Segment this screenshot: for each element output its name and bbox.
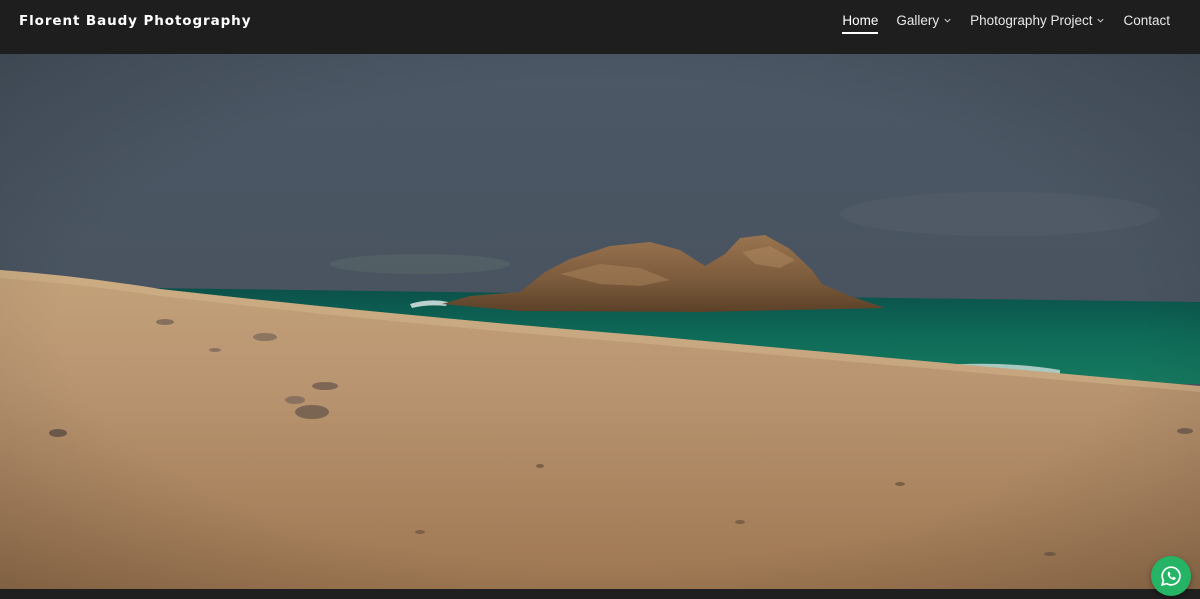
main-nav: Home Gallery Photography Project Contact [842,13,1170,34]
nav-item-home[interactable]: Home [842,13,879,34]
beach-photo [0,54,1200,589]
whatsapp-icon [1160,566,1181,587]
nav-item-label: Contact [1123,13,1170,28]
chevron-down-icon [1097,18,1105,23]
nav-item-label: Home [842,13,879,28]
nav-item-gallery[interactable]: Gallery [896,13,952,34]
nav-item-label: Gallery [896,13,940,28]
whatsapp-chat-button[interactable] [1151,556,1191,596]
chevron-down-icon [944,18,951,23]
site-header: Florent Baudy Photography Home Gallery P… [0,0,1200,54]
nav-item-contact[interactable]: Contact [1123,13,1170,34]
nav-item-photography-project[interactable]: Photography Project [970,13,1105,34]
footer-strip [0,589,1200,599]
nav-item-label: Photography Project [970,13,1093,28]
site-brand-link[interactable]: Florent Baudy Photography [19,13,251,29]
hero-image [0,54,1200,589]
